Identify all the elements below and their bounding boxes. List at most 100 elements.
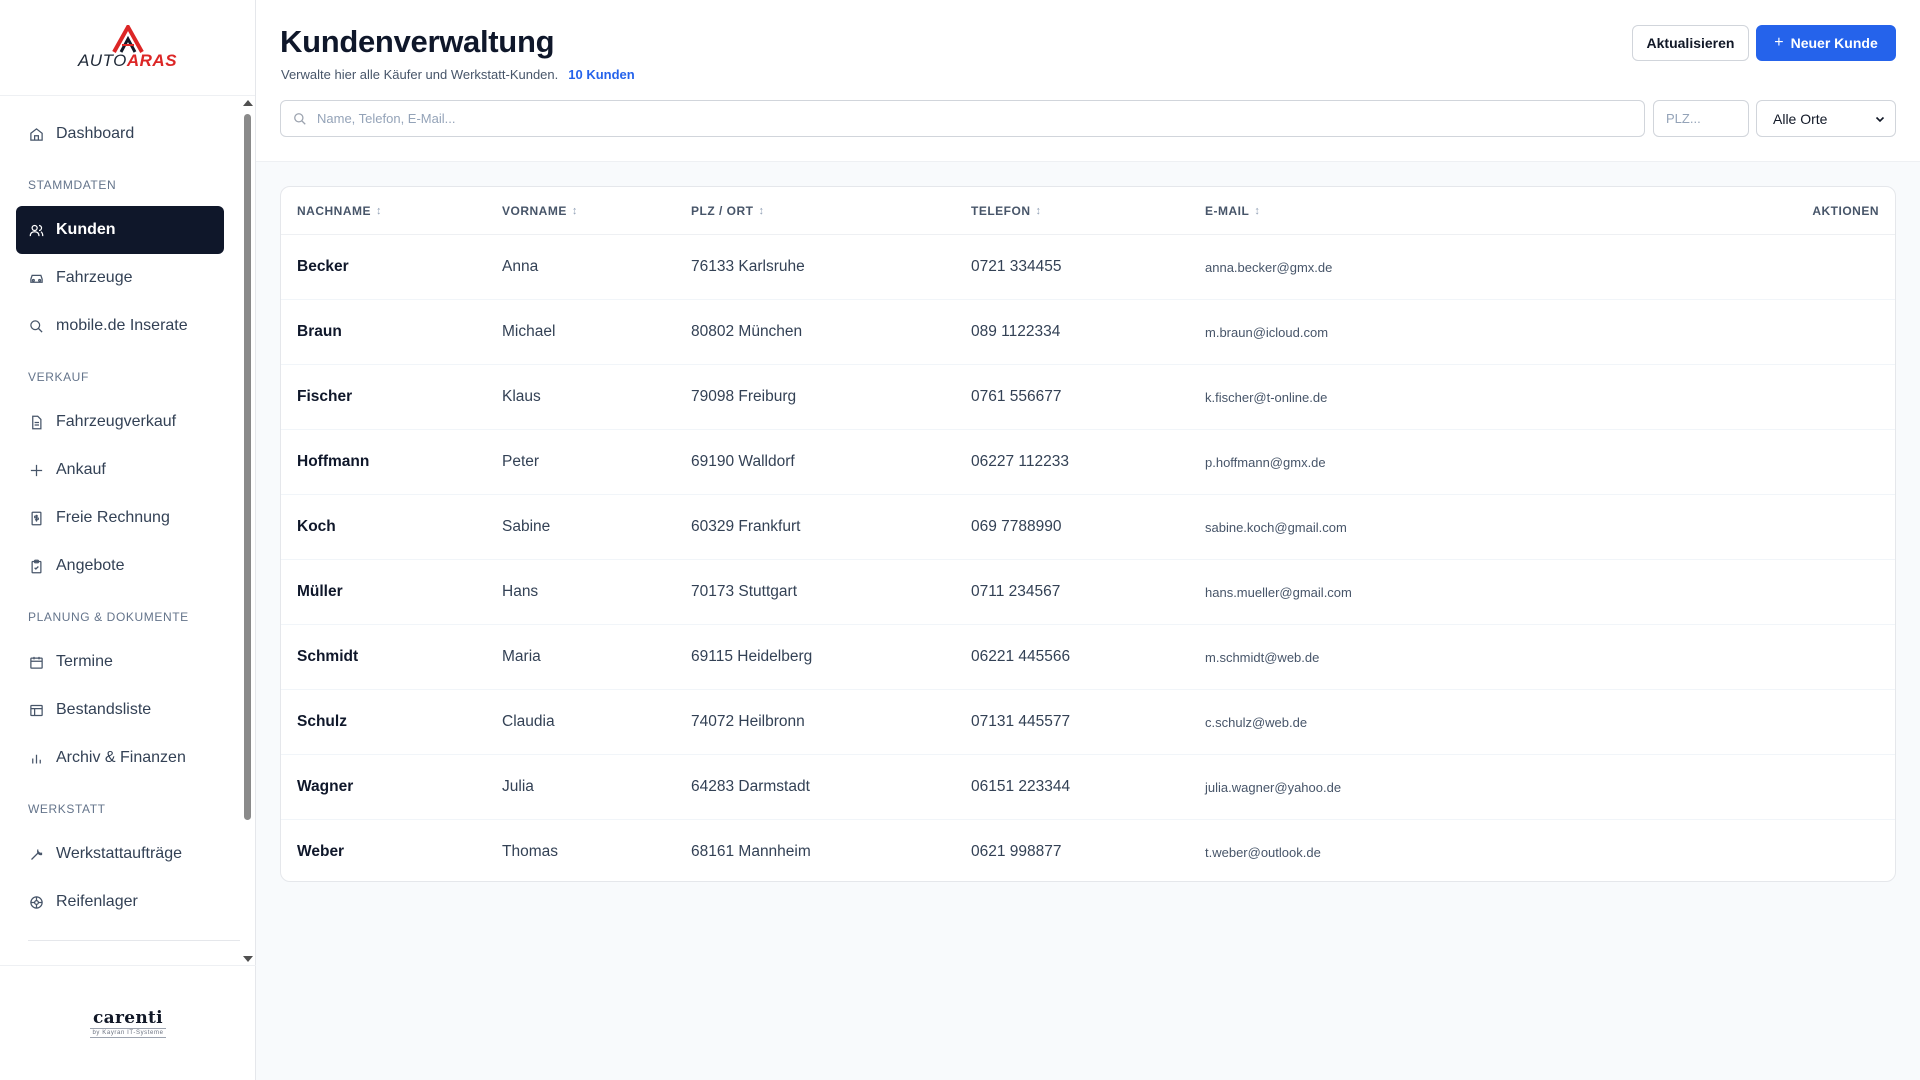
cell-nachname: Becker xyxy=(297,258,349,275)
scroll-down-arrow-icon[interactable] xyxy=(243,956,253,962)
page-subtitle: Verwalte hier alle Käufer und Werkstatt-… xyxy=(281,67,635,82)
sidebar-item-werkstattauftraege[interactable]: Werkstattaufträge xyxy=(16,830,224,878)
cell-plz-ort: 79098 Freiburg xyxy=(691,388,797,405)
sidebar: AUTOARAS Dashboard STAMMDATEN Kunden Fah… xyxy=(0,0,256,1080)
cell-nachname: Braun xyxy=(297,323,342,340)
carenti-name: carenti xyxy=(93,1008,163,1028)
plus-icon xyxy=(28,462,44,478)
section-label-werkstatt: WERKSTATT xyxy=(28,802,106,816)
sidebar-item-label: Termine xyxy=(56,653,113,670)
sidebar-item-angebote[interactable]: Angebote xyxy=(16,542,224,590)
table-row[interactable]: Müller Hans 70173 Stuttgart 0711 234567 hans… xyxy=(281,560,1895,625)
cell-plz-ort: 68161 Mannheim xyxy=(691,843,811,860)
cell-nachname: Fischer xyxy=(297,388,353,405)
sidebar-item-freie-rechnung[interactable]: Freie Rechnung xyxy=(16,494,224,542)
column-header-vorname[interactable]: VORNAME ↕ xyxy=(502,187,578,235)
scroll-up-arrow-icon[interactable] xyxy=(243,100,253,106)
location-select[interactable]: Alle Orte xyxy=(1756,100,1896,137)
cell-email: k.fischer@t-online.de xyxy=(1205,389,1328,405)
clipboard-icon xyxy=(28,558,44,574)
sidebar-item-label: Archiv & Finanzen xyxy=(56,749,186,766)
column-header-telefon[interactable]: TELEFON ↕ xyxy=(971,187,1042,235)
logo-aras: ARAS xyxy=(126,50,178,70)
plus-icon: + xyxy=(1774,34,1784,51)
table-row[interactable]: Schmidt Maria 69115 Heidelberg 06221 445566… xyxy=(281,625,1895,690)
cell-nachname: Weber xyxy=(297,843,345,860)
scrollbar-thumb[interactable] xyxy=(244,114,251,820)
tire-icon xyxy=(28,894,44,910)
cell-telefon: 0711 234567 xyxy=(971,583,1061,600)
sidebar-item-fahrzeuge[interactable]: Fahrzeuge xyxy=(16,254,224,302)
cell-nachname: Hoffmann xyxy=(297,453,370,470)
sidebar-item-label: Angebote xyxy=(56,557,125,574)
sidebar-footer: carenti by Kayran IT-Systeme xyxy=(0,965,256,1080)
plz-field[interactable] xyxy=(1653,100,1749,137)
cell-email: hans.mueller@gmail.com xyxy=(1205,584,1352,600)
cell-nachname: Wagner xyxy=(297,778,354,795)
sidebar-item-bestandsliste[interactable]: Bestandsliste xyxy=(16,686,224,734)
sidebar-item-fahrzeugverkauf[interactable]: Fahrzeugverkauf xyxy=(16,398,224,446)
section-label-verkauf: VERKAUF xyxy=(28,370,89,384)
sidebar-item-label: Fahrzeuge xyxy=(56,269,133,286)
autoaras-logo[interactable]: AUTOARAS xyxy=(78,24,177,71)
cell-email: p.hoffmann@gmx.de xyxy=(1205,454,1326,470)
table-row[interactable]: Weber Thomas 68161 Mannheim 0621 998877 t.we… xyxy=(281,820,1895,881)
sidebar-item-label: Werkstattaufträge xyxy=(56,845,182,862)
page-title: Kundenverwaltung xyxy=(280,24,555,59)
cell-vorname: Thomas xyxy=(502,843,558,860)
column-label: TELEFON xyxy=(971,204,1031,218)
cell-email: t.weber@outlook.de xyxy=(1205,844,1321,860)
table-row[interactable]: Schulz Claudia 74072 Heilbronn 07131 445577… xyxy=(281,690,1895,755)
cell-telefon: 089 1122334 xyxy=(971,323,1061,340)
logo-text: AUTOARAS xyxy=(78,51,177,71)
table-row[interactable]: Wagner Julia 64283 Darmstadt 06151 223344 ju… xyxy=(281,755,1895,820)
table-row[interactable]: Braun Michael 80802 München 089 1122334 m.br… xyxy=(281,300,1895,365)
cell-plz-ort: 70173 Stuttgart xyxy=(691,583,797,600)
new-customer-button[interactable]: + Neuer Kunde xyxy=(1756,25,1896,61)
home-icon xyxy=(28,126,44,142)
sidebar-item-label: Ankauf xyxy=(56,461,106,478)
cell-telefon: 06221 445566 xyxy=(971,648,1071,665)
cell-telefon: 06151 223344 xyxy=(971,778,1071,795)
table-row[interactable]: Fischer Klaus 79098 Freiburg 0761 556677 k.f… xyxy=(281,365,1895,430)
sidebar-item-termine[interactable]: Termine xyxy=(16,638,224,686)
cell-telefon: 06227 112233 xyxy=(971,453,1069,470)
sidebar-item-label: Freie Rechnung xyxy=(56,509,170,526)
sidebar-scrollbar[interactable] xyxy=(240,96,254,966)
sidebar-item-mobile-inserate[interactable]: mobile.de Inserate xyxy=(16,302,224,350)
sort-icon: ↕ xyxy=(571,205,578,217)
subtitle-text: Verwalte hier alle Käufer und Werkstatt-… xyxy=(281,67,559,82)
column-header-nachname[interactable]: NACHNAME ↕ xyxy=(297,187,382,235)
table-row[interactable]: Becker Anna 76133 Karlsruhe 0721 334455 anna… xyxy=(281,235,1895,300)
column-header-email[interactable]: E-MAIL ↕ xyxy=(1205,187,1260,235)
cell-email: m.braun@icloud.com xyxy=(1205,324,1329,340)
cell-plz-ort: 69115 Heidelberg xyxy=(691,648,813,665)
sidebar-item-dashboard[interactable]: Dashboard xyxy=(16,110,224,158)
sidebar-item-kunden[interactable]: Kunden xyxy=(16,206,224,254)
cell-plz-ort: 76133 Karlsruhe xyxy=(691,258,805,275)
new-customer-label: Neuer Kunde xyxy=(1790,35,1878,51)
cell-email: anna.becker@gmx.de xyxy=(1205,259,1333,275)
plz-input[interactable] xyxy=(1666,111,1748,126)
chevron-down-icon xyxy=(1875,111,1885,127)
table-row[interactable]: Hoffmann Peter 69190 Walldorf 06227 112233 p… xyxy=(281,430,1895,495)
sort-icon: ↕ xyxy=(1254,205,1261,217)
sidebar-item-archiv-finanzen[interactable]: Archiv & Finanzen xyxy=(16,734,224,782)
column-header-aktionen: AKTIONEN xyxy=(1812,204,1879,218)
cell-vorname: Peter xyxy=(502,453,540,470)
sidebar-item-label: Kunden xyxy=(56,221,116,238)
cell-nachname: Schulz xyxy=(297,713,347,730)
sort-icon: ↕ xyxy=(1035,205,1042,217)
cell-nachname: Koch xyxy=(297,518,336,535)
sidebar-item-ankauf[interactable]: Ankauf xyxy=(16,446,224,494)
column-label: E-MAIL xyxy=(1205,204,1250,218)
cell-telefon: 07131 445577 xyxy=(971,713,1071,730)
refresh-button[interactable]: Aktualisieren xyxy=(1632,25,1749,61)
customer-table: NACHNAME ↕ VORNAME ↕ PLZ / ORT ↕ TELEFON ↕ E… xyxy=(280,186,1896,882)
table-row[interactable]: Koch Sabine 60329 Frankfurt 069 7788990 sabi… xyxy=(281,495,1895,560)
search-input[interactable] xyxy=(317,111,1644,126)
column-header-plz-ort[interactable]: PLZ / ORT ↕ xyxy=(691,187,765,235)
search-field[interactable] xyxy=(280,100,1645,137)
sidebar-item-reifenlager[interactable]: Reifenlager xyxy=(16,878,224,926)
search-icon xyxy=(28,318,44,334)
